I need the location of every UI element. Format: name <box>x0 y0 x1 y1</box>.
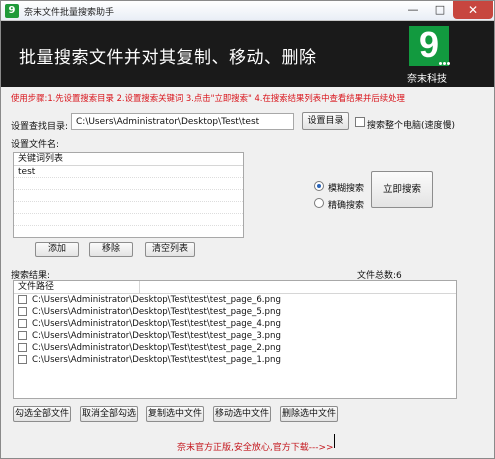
file-path-column-label: 文件路径 <box>18 282 55 292</box>
exact-search-label: 精确搜索 <box>328 201 365 211</box>
column-separator <box>139 281 140 294</box>
row-checkbox[interactable] <box>18 319 27 328</box>
empty-row <box>14 190 243 202</box>
official-download-link[interactable]: 奈末官方正版,安全放心,官方下载--->> <box>177 440 334 453</box>
header-banner: 批量搜索文件并对其复制、移动、删除 9 奈末科技 <box>1 21 494 87</box>
empty-row <box>14 202 243 214</box>
keyword-text: test <box>18 167 36 177</box>
results-list[interactable]: 文件路径 C:\Users\Administrator\Desktop\Test… <box>13 280 457 399</box>
minimize-button[interactable]: — <box>399 1 427 19</box>
directory-input[interactable]: C:\Users\Administrator\Desktop\Test\test <box>71 113 294 130</box>
row-checkbox[interactable] <box>18 307 27 316</box>
remove-keyword-button[interactable]: 移除 <box>89 242 133 257</box>
empty-row <box>14 214 243 226</box>
row-checkbox[interactable] <box>18 331 27 340</box>
check-all-button[interactable]: 勾选全部文件 <box>13 406 71 422</box>
keyword-row[interactable]: test <box>14 166 243 178</box>
keyword-list-header: 关键词列表 <box>14 153 243 166</box>
result-path: C:\Users\Administrator\Desktop\Test\test… <box>32 307 281 317</box>
uncheck-all-button[interactable]: 取消全部勾选 <box>80 406 138 422</box>
empty-row <box>14 226 243 237</box>
clear-list-button[interactable]: 清空列表 <box>145 242 195 257</box>
logo-dots-icon <box>439 58 453 65</box>
usage-steps: 使用步骤:1.先设置搜索目录 2.设置搜索关键词 3.点击"立即搜索" 4.在搜… <box>11 93 405 103</box>
row-checkbox[interactable] <box>18 355 27 364</box>
result-row[interactable]: C:\Users\Administrator\Desktop\Test\test… <box>14 318 456 330</box>
keyword-column-label: 关键词列表 <box>18 154 64 164</box>
results-list-header: 文件路径 <box>14 281 456 294</box>
fuzzy-search-radio[interactable] <box>314 181 324 191</box>
result-row[interactable]: C:\Users\Administrator\Desktop\Test\test… <box>14 330 456 342</box>
maximize-button[interactable]: □ <box>427 1 453 19</box>
close-button[interactable]: ✕ <box>453 1 493 19</box>
filename-label: 设置文件名: <box>11 140 60 150</box>
result-row[interactable]: C:\Users\Administrator\Desktop\Test\test… <box>14 354 456 366</box>
add-keyword-button[interactable]: 添加 <box>35 242 79 257</box>
text-cursor-icon <box>334 434 342 448</box>
set-directory-button[interactable]: 设置目录 <box>302 112 349 130</box>
keyword-list[interactable]: 关键词列表 test <box>13 152 244 238</box>
result-path: C:\Users\Administrator\Desktop\Test\test… <box>32 343 281 353</box>
move-selected-button[interactable]: 移动选中文件 <box>213 406 271 422</box>
banner-title: 批量搜索文件并对其复制、移动、删除 <box>19 48 317 68</box>
search-whole-pc-checkbox[interactable] <box>355 117 365 127</box>
row-checkbox[interactable] <box>18 295 27 304</box>
result-path: C:\Users\Administrator\Desktop\Test\test… <box>32 355 281 365</box>
result-row[interactable]: C:\Users\Administrator\Desktop\Test\test… <box>14 306 456 318</box>
window-title: 奈末文件批量搜索助手 <box>24 8 115 18</box>
result-path: C:\Users\Administrator\Desktop\Test\test… <box>32 295 281 305</box>
search-whole-pc-label: 搜索整个电脑(速度慢) <box>367 121 456 131</box>
result-row[interactable]: C:\Users\Administrator\Desktop\Test\test… <box>14 294 456 306</box>
result-path: C:\Users\Administrator\Desktop\Test\test… <box>32 319 281 329</box>
fuzzy-search-label: 模糊搜索 <box>328 184 365 194</box>
result-row[interactable]: C:\Users\Administrator\Desktop\Test\test… <box>14 342 456 354</box>
app-window: 9 奈末文件批量搜索助手 — □ ✕ 批量搜索文件并对其复制、移动、删除 9 奈… <box>0 0 495 459</box>
app-icon: 9 <box>5 4 19 18</box>
empty-row <box>14 178 243 190</box>
directory-label: 设置查找目录: <box>11 122 69 132</box>
brand-name: 奈末科技 <box>407 74 447 85</box>
delete-selected-button[interactable]: 删除选中文件 <box>280 406 338 422</box>
result-path: C:\Users\Administrator\Desktop\Test\test… <box>32 331 281 341</box>
search-now-button[interactable]: 立即搜索 <box>371 171 433 208</box>
row-checkbox[interactable] <box>18 343 27 352</box>
title-bar: 9 奈末文件批量搜索助手 — □ ✕ <box>1 1 494 21</box>
copy-selected-button[interactable]: 复制选中文件 <box>146 406 204 422</box>
exact-search-radio[interactable] <box>314 198 324 208</box>
